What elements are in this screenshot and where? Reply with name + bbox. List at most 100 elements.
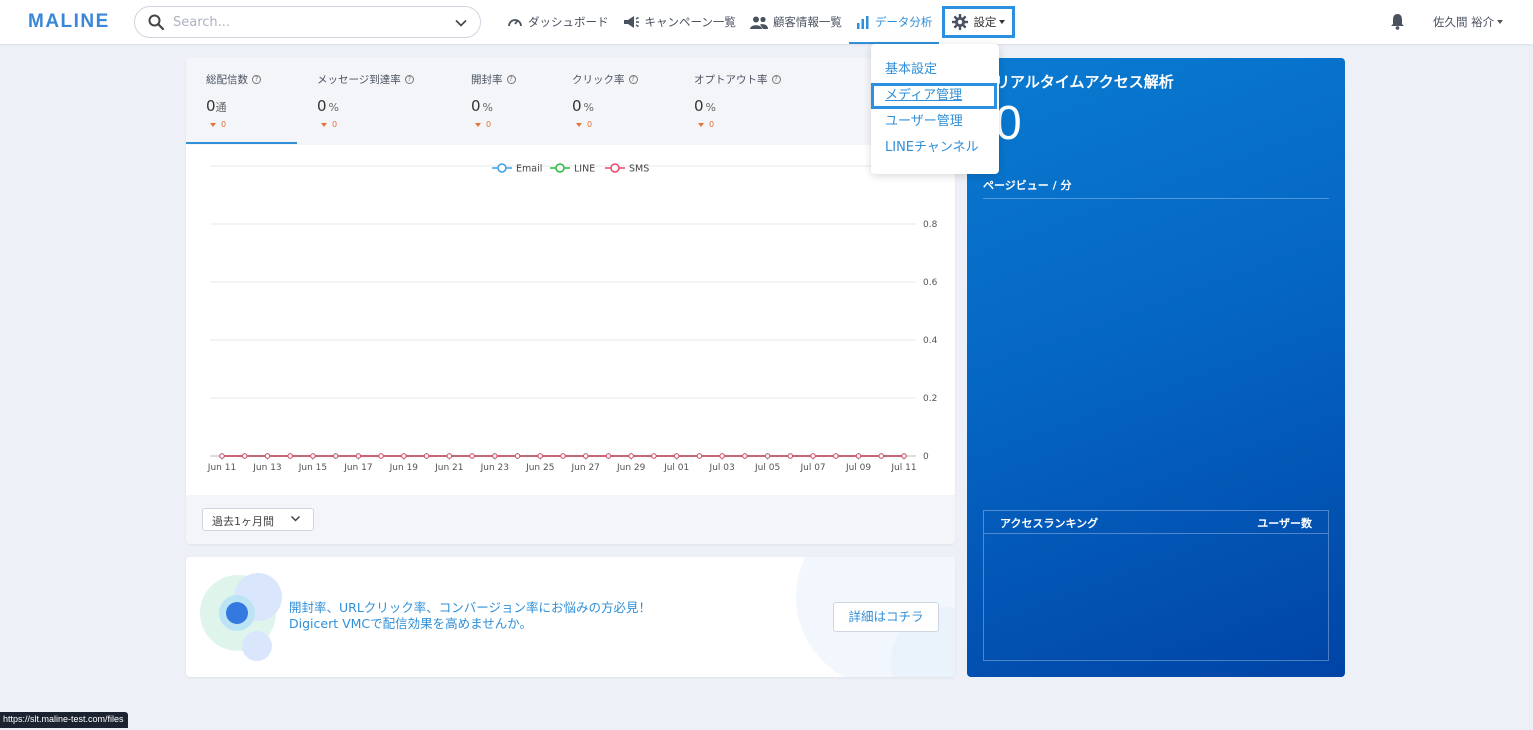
- x-tick-label: Jun 17: [343, 463, 372, 473]
- nav-settings[interactable]: 設定: [942, 6, 1016, 38]
- x-tick-label: Jun 23: [480, 463, 509, 473]
- stat-delta: 0: [587, 120, 593, 129]
- down-triangle-icon: [210, 122, 216, 127]
- nav-analytics-label: データ分析: [874, 15, 933, 29]
- data-point-sms: [787, 453, 794, 459]
- x-tick-label: Jun 13: [252, 463, 281, 473]
- gear-icon: [952, 14, 969, 30]
- x-tick-label: Jun 15: [298, 463, 327, 473]
- user-name: 佐久間 裕介: [1433, 15, 1495, 29]
- help-icon[interactable]: ?: [506, 75, 516, 84]
- menu-item-user-management[interactable]: ユーザー管理: [871, 109, 999, 135]
- data-point-sms: [583, 453, 589, 459]
- legend-label-sms: SMS: [629, 164, 649, 175]
- chart-footer: 過去1ヶ月間: [186, 495, 955, 544]
- down-triangle-icon: [576, 122, 582, 127]
- search-input[interactable]: [173, 11, 443, 33]
- stat-value: 0: [572, 97, 582, 115]
- data-point-sms: [605, 453, 612, 459]
- x-tick-label: Jun 21: [434, 463, 463, 473]
- search-box[interactable]: [134, 6, 481, 38]
- data-point-sms: [242, 453, 248, 459]
- data-point-sms: [264, 453, 271, 459]
- dashboard-icon: [508, 19, 522, 27]
- x-tick-label: Jun 19: [389, 463, 419, 473]
- bar-chart-icon: [856, 15, 869, 29]
- nav-campaigns[interactable]: キャンペーン一覧: [616, 0, 743, 44]
- down-triangle-icon: [321, 122, 327, 127]
- data-point-sms: [901, 453, 907, 459]
- stats-tabs: 総配信数? 0通 0 メッセージ到達率? 0% 0 開封率? 0% 0 クリック…: [186, 58, 955, 145]
- stat-unit: %: [328, 101, 339, 114]
- data-point-sms: [742, 453, 748, 459]
- stat-value: 0: [317, 97, 327, 115]
- stat-unit: 通: [215, 101, 227, 114]
- data-point-sms: [355, 453, 362, 459]
- stat-optout-rate[interactable]: オプトアウト率? 0% 0: [694, 72, 781, 129]
- down-triangle-icon: [475, 122, 481, 127]
- promo-line-1: 開封率、URLクリック率、コンバージョン率にお悩みの方必見！: [289, 600, 652, 615]
- stat-open-rate[interactable]: 開封率? 0% 0: [471, 72, 516, 129]
- stat-delivery-rate[interactable]: メッセージ到達率? 0% 0: [317, 72, 414, 129]
- data-point-sms: [651, 453, 657, 459]
- stat-click-rate[interactable]: クリック率? 0% 0: [572, 72, 638, 129]
- stat-label: 開封率: [471, 74, 503, 86]
- settings-dropdown: 基本設定 メディア管理 ユーザー管理 LINEチャンネル: [871, 44, 999, 174]
- legend-swatch-marker: [610, 163, 620, 173]
- y-tick-label: 0: [923, 452, 929, 462]
- data-point-sms: [446, 453, 453, 459]
- stat-total-sent[interactable]: 総配信数? 0通 0: [206, 72, 261, 129]
- stat-label: クリック率: [572, 74, 625, 86]
- data-point-sms: [310, 453, 316, 459]
- x-tick-label: Jun 25: [525, 463, 554, 473]
- menu-item-line-channel[interactable]: LINEチャンネル: [871, 135, 999, 161]
- data-point-sms: [492, 453, 498, 459]
- search-icon: [148, 14, 165, 31]
- x-tick-label: Jul 09: [845, 463, 871, 473]
- chevron-down-icon[interactable]: [454, 16, 468, 30]
- data-point-sms: [628, 453, 634, 459]
- realtime-analytics-card: リアルタイムアクセス解析 0 ページビュー / 分 アクセスランキング ユーザー…: [967, 58, 1345, 677]
- stat-value: 0: [471, 97, 481, 115]
- nav-dashboard-label: ダッシュボード: [528, 15, 609, 29]
- legend-label-email: Email: [516, 164, 542, 175]
- top-header: MALINE ダッシュボード キャンペーン一覧 顧客情報一覧 データ分析 設定: [0, 0, 1533, 44]
- main-nav: ダッシュボード キャンペーン一覧 顧客情報一覧 データ分析 設定: [500, 0, 1016, 44]
- user-menu[interactable]: 佐久間 裕介: [1433, 14, 1504, 30]
- data-point-sms: [378, 453, 384, 459]
- nav-analytics[interactable]: データ分析: [848, 0, 940, 44]
- nav-dashboard[interactable]: ダッシュボード: [500, 0, 616, 44]
- help-icon[interactable]: ?: [771, 75, 781, 84]
- details-button[interactable]: 詳細はコチラ: [833, 602, 939, 632]
- stat-value: 0: [206, 97, 216, 115]
- promo-line-2: Digicert VMCで配信効果を高めませんか。: [289, 616, 533, 631]
- stat-value: 0: [694, 97, 704, 115]
- help-icon[interactable]: ?: [252, 75, 261, 84]
- legend-swatch-marker: [555, 163, 565, 173]
- promo-card: 開封率、URLクリック率、コンバージョン率にお悩みの方必見！ Digicert …: [186, 557, 955, 677]
- bell-icon[interactable]: [1390, 13, 1405, 30]
- data-point-sms: [560, 453, 566, 459]
- chevron-down-icon: [290, 515, 301, 522]
- divider: [983, 198, 1329, 199]
- help-icon[interactable]: ?: [404, 75, 414, 84]
- realtime-pageviews-value: 0: [995, 97, 1022, 150]
- data-point-sms: [878, 453, 884, 459]
- menu-item-media-management[interactable]: メディア管理: [871, 83, 997, 109]
- data-point-sms: [332, 453, 339, 459]
- caret-down-icon: [1497, 20, 1504, 24]
- maline-logo[interactable]: MALINE: [28, 11, 110, 33]
- stat-delta: 0: [221, 120, 227, 129]
- period-select[interactable]: 過去1ヶ月間: [202, 508, 314, 531]
- help-icon[interactable]: ?: [628, 75, 638, 84]
- realtime-title: リアルタイムアクセス解析: [995, 73, 1174, 91]
- x-tick-label: Jul 07: [799, 463, 825, 473]
- line-chart-area: 0 0.2 0.4 0.6 0.8 Jun 11 Jun 13 Jun 15 Jun 17 Jun…: [186, 158, 955, 488]
- period-select-value: 過去1ヶ月間: [212, 515, 274, 528]
- caret-down-icon: [999, 20, 1006, 24]
- nav-customers[interactable]: 顧客情報一覧: [743, 0, 849, 44]
- analytics-card: 総配信数? 0通 0 メッセージ到達率? 0% 0 開封率? 0% 0 クリック…: [186, 58, 955, 544]
- ranking-users-column: ユーザー数: [1257, 517, 1312, 530]
- nav-campaigns-label: キャンペーン一覧: [644, 15, 736, 29]
- menu-item-basic-settings[interactable]: 基本設定: [871, 57, 999, 83]
